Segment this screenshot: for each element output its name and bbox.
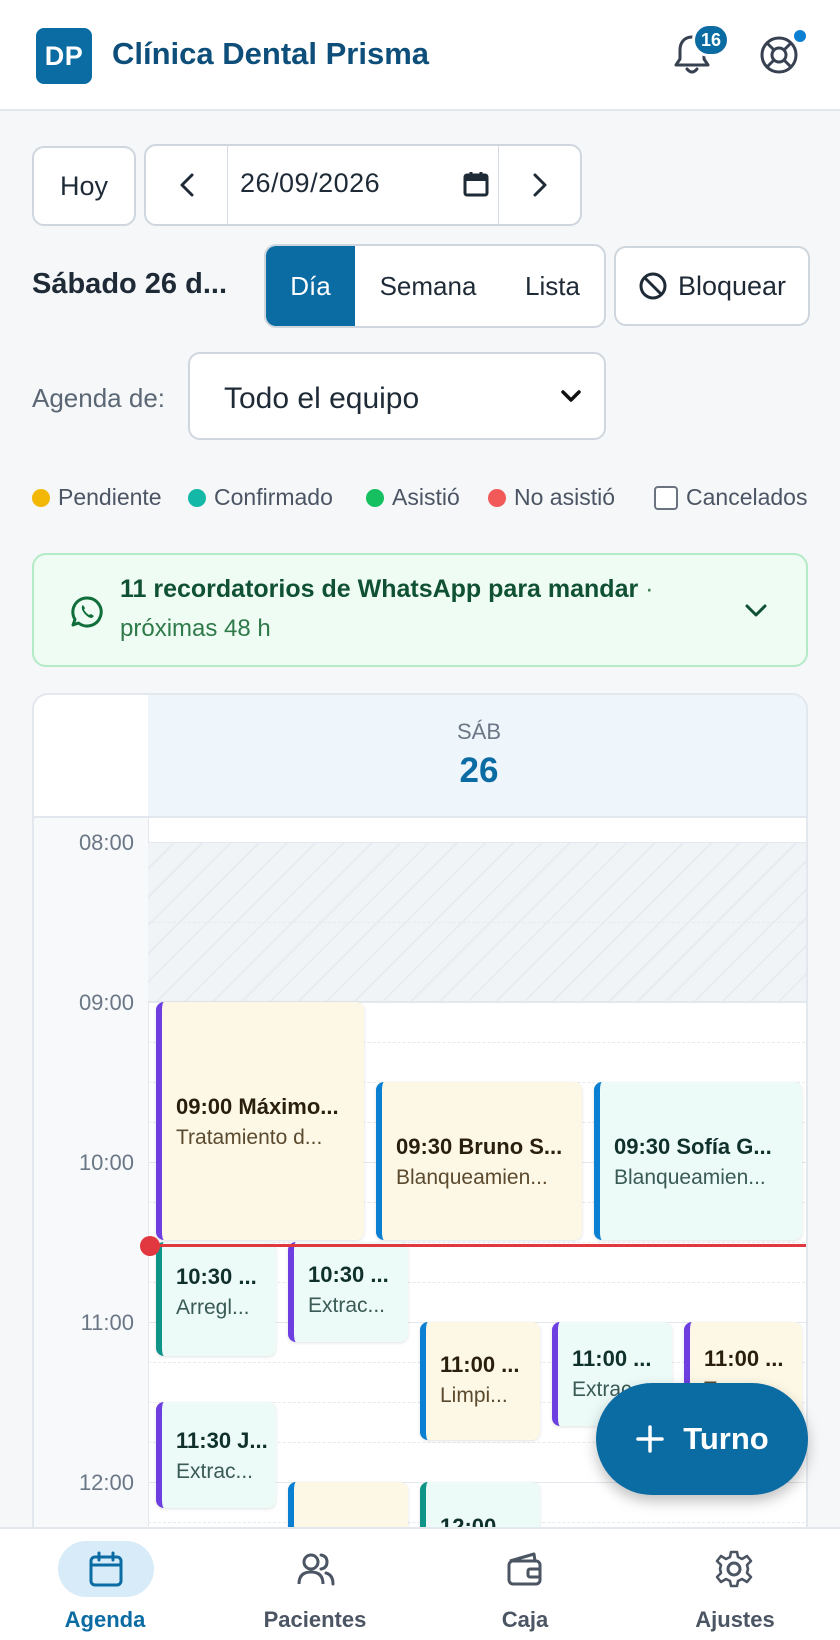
chevron-left-icon xyxy=(180,173,193,197)
help-status-dot xyxy=(792,28,808,44)
whatsapp-banner-subtitle: próximas 48 h xyxy=(120,615,271,642)
date-navigator: 26/09/2026 xyxy=(144,144,582,226)
legend-item-attended: Asistió xyxy=(366,484,460,511)
wallet-icon xyxy=(507,1552,542,1586)
date-input[interactable]: 26/09/2026 xyxy=(240,168,380,199)
legend-item-no-show: No asistió xyxy=(488,484,615,511)
legend-label: Asistió xyxy=(392,484,460,510)
hour-label: 10:00 xyxy=(78,1150,134,1175)
chevron-right-icon xyxy=(533,173,546,197)
appointment-title: 11:00 ... xyxy=(440,1352,520,1377)
plus-icon xyxy=(636,1425,664,1453)
appointment-service: Extrac... xyxy=(308,1294,386,1317)
next-day-button[interactable] xyxy=(498,146,580,224)
current-time-line xyxy=(148,1244,806,1247)
appointment-service: Extrac... xyxy=(176,1460,254,1483)
new-appointment-label: Turno xyxy=(683,1421,769,1456)
agenda-label: Agenda de: xyxy=(32,383,166,413)
calendar-grid: 08:00 09:00 10:00 11:00 12:00 09:00 Máxi… xyxy=(34,818,806,1640)
app-header: DP Clínica Dental Prisma 16 xyxy=(0,0,840,111)
app-title: Clínica Dental Prisma xyxy=(112,36,430,71)
attended-dot xyxy=(366,488,384,507)
bottom-navigation: Agenda Pacientes Caja Ajustes xyxy=(0,1527,840,1640)
hour-label: 11:00 xyxy=(80,1310,134,1335)
legend-label: No asistió xyxy=(514,484,615,510)
hour-label: 12:00 xyxy=(78,1470,134,1495)
gear-icon xyxy=(715,1550,753,1588)
block-button-label: Bloquear xyxy=(677,270,787,301)
nav-item-ajustes[interactable]: Ajustes xyxy=(630,1529,840,1640)
calendar-day-header: SÁB 26 xyxy=(148,695,806,817)
appointment-title: 11:00 ... xyxy=(572,1346,652,1371)
day-calendar: SÁB 26 08:00 09:00 10:00 11:00 12:00 09:… xyxy=(32,693,808,1640)
appointment-card[interactable]: 10:30 ... Extrac... xyxy=(288,1242,408,1342)
current-day-title: Sábado 26 d... xyxy=(32,268,227,300)
legend-label: Confirmado xyxy=(214,484,333,510)
appointment-title: 11:00 ... xyxy=(704,1346,784,1371)
calendar-picker-icon[interactable] xyxy=(462,170,490,198)
no-show-dot xyxy=(488,488,506,507)
legend-label: Pendiente xyxy=(58,484,162,510)
appointment-service: Limpi... xyxy=(440,1384,508,1407)
nav-label: Pacientes xyxy=(263,1607,367,1632)
hour-label: 08:00 xyxy=(78,830,134,855)
agenda-select-value: Todo el equipo xyxy=(224,382,420,415)
block-button[interactable]: Bloquear xyxy=(614,246,810,326)
cancelled-checkbox-row[interactable]: Cancelados xyxy=(654,484,807,511)
calendar-icon xyxy=(89,1551,123,1587)
appointment-service: Arregl... xyxy=(176,1296,250,1319)
appointment-service: Tratamiento d... xyxy=(176,1126,323,1149)
hour-label: 09:00 xyxy=(78,990,134,1015)
calendar-day-abbr: SÁB xyxy=(456,719,502,744)
current-time-dot xyxy=(140,1236,160,1256)
cancelled-checkbox[interactable] xyxy=(654,485,678,510)
view-mode-switch: Día Semana Lista xyxy=(264,244,606,328)
appointment-card[interactable]: 09:30 Bruno S... Blanqueamien... xyxy=(376,1082,582,1240)
nav-label: Agenda xyxy=(64,1607,146,1632)
nav-item-agenda[interactable]: Agenda xyxy=(0,1529,210,1640)
new-appointment-button[interactable]: Turno xyxy=(596,1383,808,1495)
legend-item-pending: Pendiente xyxy=(32,484,162,511)
whatsapp-banner-separator: · xyxy=(638,575,654,603)
legend-item-confirmed: Confirmado xyxy=(188,484,333,511)
agenda-select[interactable]: Todo el equipo xyxy=(188,352,606,440)
appointment-title: 11:30 J... xyxy=(176,1428,268,1453)
clinic-logo: DP xyxy=(36,28,92,84)
whatsapp-reminders-banner[interactable]: 11 recordatorios de WhatsApp para mandar… xyxy=(32,553,808,667)
chevron-down-icon xyxy=(561,390,581,402)
confirmed-dot xyxy=(188,488,206,507)
calendar-day-number: 26 xyxy=(459,751,499,790)
appointment-service: Blanqueamien... xyxy=(614,1166,766,1189)
appointment-card[interactable]: 09:30 Sofía G... Blanqueamien... xyxy=(594,1082,802,1240)
tab-week[interactable]: Semana xyxy=(355,246,501,326)
whatsapp-banner-title: 11 recordatorios de WhatsApp para mandar… xyxy=(120,575,653,604)
whatsapp-icon xyxy=(71,596,103,628)
nav-label: Caja xyxy=(501,1607,549,1632)
today-button[interactable]: Hoy xyxy=(32,146,136,226)
appointment-card[interactable]: 10:30 ... Arregl... xyxy=(156,1242,276,1356)
whatsapp-banner-text: 11 recordatorios de WhatsApp para mandar xyxy=(120,575,639,603)
cancelled-label: Cancelados xyxy=(686,484,808,510)
nav-item-caja[interactable]: Caja xyxy=(420,1529,630,1640)
appointment-title: 09:00 Máximo... xyxy=(176,1094,339,1119)
appointment-title: 09:30 Bruno S... xyxy=(396,1134,563,1159)
notification-badge: 16 xyxy=(692,23,730,57)
appointment-card[interactable]: 09:00 Máximo... Tratamiento d... xyxy=(156,1002,364,1240)
users-icon xyxy=(297,1553,335,1586)
appointment-title: 10:30 ... xyxy=(176,1264,257,1289)
appointment-service: Blanqueamien... xyxy=(396,1166,548,1189)
appointment-title: 09:30 Sofía G... xyxy=(614,1134,772,1159)
appointment-title: 10:30 ... xyxy=(308,1262,389,1287)
tab-day[interactable]: Día xyxy=(266,246,355,326)
status-legend: Pendiente Confirmado Asistió No asistió … xyxy=(32,484,812,514)
appointment-card[interactable]: 11:30 J... Extrac... xyxy=(156,1402,276,1508)
block-icon xyxy=(639,272,667,300)
tab-list[interactable]: Lista xyxy=(501,246,604,326)
nav-item-pacientes[interactable]: Pacientes xyxy=(210,1529,420,1640)
appointment-card[interactable]: 11:00 ... Limpi... xyxy=(420,1322,540,1440)
pending-dot xyxy=(32,488,50,507)
chevron-down-icon xyxy=(745,604,767,617)
previous-day-button[interactable] xyxy=(146,146,228,224)
nav-label: Ajustes xyxy=(695,1607,775,1632)
